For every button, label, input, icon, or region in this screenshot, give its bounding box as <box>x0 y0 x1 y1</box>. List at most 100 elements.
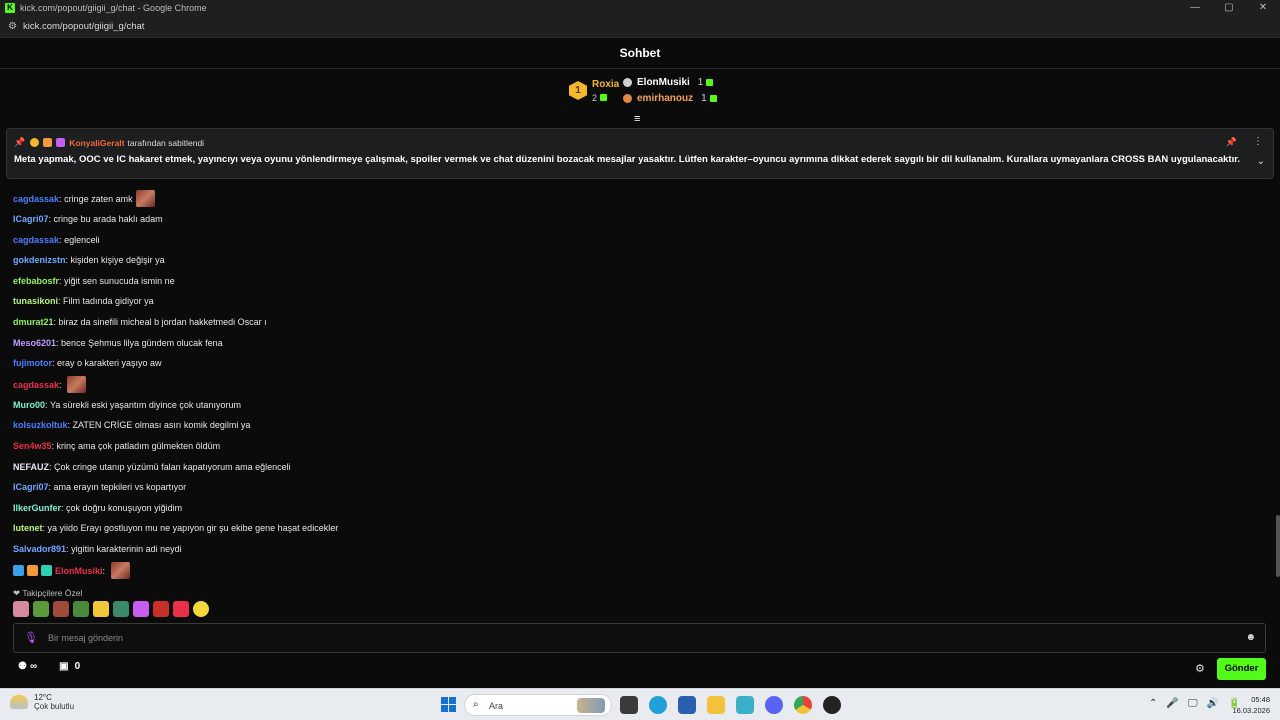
obs-icon[interactable] <box>823 696 841 714</box>
chat-username[interactable]: efebabosfr <box>13 276 59 286</box>
search-icon: ⌕ <box>473 699 479 710</box>
emote-icon[interactable] <box>13 601 29 617</box>
chat-message: NEFAUZ: Çok cringe utanıp yüzümü falan k… <box>13 462 291 472</box>
store-icon[interactable] <box>678 696 696 714</box>
maximize-button[interactable]: ▢ <box>1212 0 1246 16</box>
address-bar[interactable]: ⚙ kick.com/popout/giigii_g/chat <box>0 16 1280 38</box>
chat-message: ICagri07: cringe bu arada haklı adam <box>13 214 163 224</box>
chat-message: lutenet: ya yiido Erayı gostluyon mu ne … <box>13 523 339 533</box>
file-explorer-icon[interactable] <box>707 696 725 714</box>
emoji-picker-icon[interactable]: ☻ <box>1245 632 1256 643</box>
window-controls: — ▢ ✕ <box>1178 0 1280 16</box>
chat-message: dmurat21: biraz da sinefili micheal b jo… <box>13 317 267 327</box>
discord-icon[interactable] <box>765 696 783 714</box>
leaderboard-row[interactable]: ElonMusiki 1 <box>623 77 714 88</box>
chat-username[interactable]: cagdassak <box>13 235 59 245</box>
close-button[interactable]: ✕ <box>1246 0 1280 16</box>
weather-desc: Çok bulutlu <box>34 702 75 711</box>
more-options-icon[interactable]: ⋮ <box>1253 136 1263 147</box>
chat-message: cagdassak: <box>13 376 87 393</box>
emote-icon[interactable] <box>193 601 209 617</box>
chat-username[interactable]: IlkerGunfer <box>13 503 61 513</box>
settings-app-icon[interactable] <box>736 696 754 714</box>
gift-subs-count: 0 <box>74 661 81 672</box>
task-view-icon[interactable] <box>620 696 638 714</box>
pinned-author[interactable]: KonyaliGeralt <box>69 138 124 148</box>
leaderboard-first-name[interactable]: Roxia <box>592 79 619 90</box>
chat-settings-icon[interactable]: ⚙ <box>1195 662 1205 675</box>
emote-icon <box>67 376 87 393</box>
chrome-icon[interactable] <box>794 696 812 714</box>
chat-message: ICagri07: ama erayın tepkileri vs kopart… <box>13 482 187 492</box>
url-text[interactable]: kick.com/popout/giigii_g/chat <box>23 21 144 32</box>
gift-subs-icon[interactable]: ▣ <box>59 661 68 672</box>
taskbar-apps <box>620 696 841 714</box>
start-button[interactable] <box>441 697 456 712</box>
chat-username[interactable]: cagdassak <box>13 380 59 390</box>
chat-message: cagdassak: eglenceli <box>13 235 100 245</box>
tray-overflow-icon[interactable]: ⌃ <box>1149 698 1157 709</box>
pinned-header: 📌 KonyaliGeralt tarafından sabitlendi <box>14 137 204 148</box>
emote-icon[interactable] <box>73 601 89 617</box>
channel-points-icon[interactable]: ⚉ <box>18 661 27 672</box>
chat-text: eray o karakteri yaşıyo aw <box>57 358 162 368</box>
windows-taskbar: 12°C Çok bulutlu ⌕ Ara ⌃ 🎤 🖵 🔊 🔋 05:48 1… <box>0 688 1280 720</box>
gift-icon <box>600 94 608 101</box>
send-button[interactable]: Gönder <box>1217 658 1266 680</box>
emote-icon[interactable] <box>133 601 149 617</box>
chat-username[interactable]: tunasikoni <box>13 296 58 306</box>
chevron-down-icon[interactable]: ⌄ <box>1257 156 1265 167</box>
chat-text: cringe zaten amk <box>64 193 133 204</box>
emote-icon[interactable] <box>93 601 109 617</box>
taskbar-search[interactable]: ⌕ Ara <box>464 694 612 716</box>
edge-browser-icon[interactable] <box>649 696 667 714</box>
window-title: kick.com/popout/giigii_g/chat - Google C… <box>20 3 207 13</box>
system-clock[interactable]: 05:48 16.03.2026 <box>1232 694 1270 716</box>
rank-badge-icon <box>30 138 40 147</box>
site-settings-icon[interactable]: ⚙ <box>8 21 17 32</box>
chat-username[interactable]: ElonMusiki <box>55 566 103 576</box>
leaderboard-first-count: 2 <box>592 93 608 103</box>
window-titlebar: K kick.com/popout/giigii_g/chat - Google… <box>0 0 1280 16</box>
chat-username[interactable]: Muro00 <box>13 400 45 410</box>
search-highlight-image <box>577 698 605 713</box>
chat-message: efebabosfr: yiğit sen sunucuda ismin ne <box>13 276 175 286</box>
network-icon[interactable]: 🖵 <box>1188 698 1198 709</box>
leaderboard-row[interactable]: emirhanouz 1 <box>623 93 717 104</box>
microphone-tray-icon[interactable]: 🎤 <box>1166 698 1178 709</box>
chat-username[interactable]: gokdenizstn <box>13 255 66 265</box>
chat-username[interactable]: NEFAUZ <box>13 462 49 472</box>
chat-input-placeholder[interactable]: Bir mesaj gönderin <box>48 633 123 643</box>
emote-icon[interactable] <box>33 601 49 617</box>
gift-badge-icon <box>56 138 66 147</box>
chat-text: ZATEN CRİGE olması asırı komik degilmi y… <box>72 420 251 430</box>
emote-icon[interactable] <box>113 601 129 617</box>
weather-temp: 12°C <box>34 693 52 702</box>
collapse-leaderboard-icon[interactable]: ≡ <box>634 113 640 125</box>
chat-username[interactable]: cagdassak <box>13 194 59 204</box>
chat-username[interactable]: kolsuzkoltuk <box>13 420 68 430</box>
chat-username[interactable]: ICagri07 <box>13 214 49 224</box>
chat-input[interactable]: 🎙 Bir mesaj gönderin ☻ <box>13 623 1266 653</box>
pinned-body: Meta yapmak, OOC ve IC hakaret etmek, ya… <box>14 154 1241 165</box>
chat-message: kolsuzkoltuk: ZATEN CRİGE olması asırı k… <box>13 420 251 430</box>
microphone-icon[interactable]: 🎙 <box>24 631 38 644</box>
chat-username[interactable]: lutenet <box>13 523 43 533</box>
chat-text: biraz da sinefili micheal b jordan hakke… <box>58 317 267 327</box>
chat-username[interactable]: Sen4w35 <box>13 441 52 451</box>
unpin-icon[interactable]: 📌 <box>1226 137 1237 148</box>
chat-scrollbar[interactable] <box>1276 515 1280 577</box>
chat-username[interactable]: dmurat21 <box>13 317 54 327</box>
weather-widget[interactable]: 12°C Çok bulutlu <box>10 693 74 711</box>
emote-icon[interactable] <box>153 601 169 617</box>
emote-icon[interactable] <box>173 601 189 617</box>
chat-username[interactable]: fujimotor <box>13 358 52 368</box>
chat-username[interactable]: ICagri07 <box>13 482 49 492</box>
chat-tools: ⚉ ∞ ▣ 0 <box>18 661 80 672</box>
emote-icon[interactable] <box>53 601 69 617</box>
volume-icon[interactable]: 🔊 <box>1206 698 1218 709</box>
chat-username[interactable]: Meso6201 <box>13 338 56 348</box>
chat-text: kişiden kişiye değişir ya <box>70 255 165 265</box>
minimize-button[interactable]: — <box>1178 0 1212 16</box>
chat-username[interactable]: Salvador891 <box>13 544 66 554</box>
